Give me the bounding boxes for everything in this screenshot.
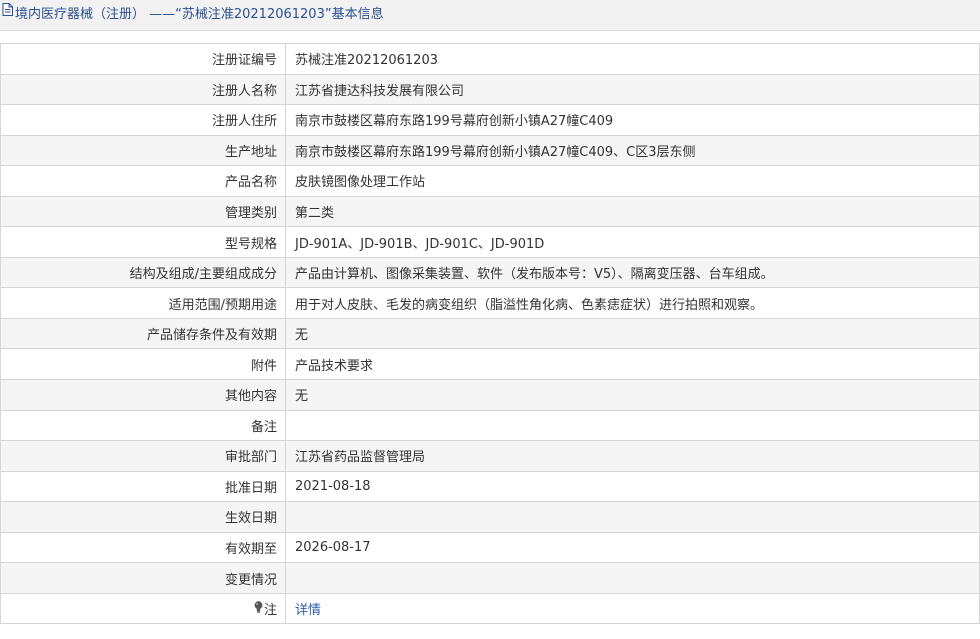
table-row: 型号规格 JD-901A、JD-901B、JD-901C、JD-901D (0, 226, 980, 258)
page-title: 境内医疗器械（注册） ——“苏械注准20212061203”基本信息 (15, 7, 384, 22)
table-row: 产品名称 皮肤镜图像处理工作站 (0, 165, 980, 197)
note-row: 注 详情 (0, 592, 980, 625)
table-row: 批准日期 2021-08-18 (0, 470, 980, 503)
field-label: 变更情况 (0, 562, 286, 594)
note-label: 注 (263, 603, 277, 619)
lightbulb-icon (254, 601, 263, 617)
field-value (285, 409, 980, 442)
table-row: 适用范围/预期用途 用于对人皮肤、毛发的病变组织（脂溢性角化病、色素痣症状）进行拍… (0, 287, 980, 319)
document-icon (2, 0, 13, 28)
field-label: 注册证编号 (0, 43, 286, 75)
field-label: 其他内容 (0, 379, 286, 411)
field-label: 产品名称 (0, 165, 286, 197)
field-label: 产品储存条件及有效期 (0, 317, 286, 350)
table-row: 变更情况 (0, 562, 980, 594)
field-value: 产品技术要求 (285, 348, 980, 381)
field-label: 审批部门 (0, 440, 286, 472)
table-row: 结构及组成/主要组成成分 产品由计算机、图像采集装置、软件（发布版本号：V5）、隔… (0, 256, 980, 289)
field-value (285, 562, 980, 594)
field-value: 江苏省药品监督管理局 (285, 440, 980, 472)
table-row: 附件 产品技术要求 (0, 348, 980, 381)
field-value: 2026-08-17 (285, 531, 980, 564)
table-row: 生效日期 (0, 501, 980, 533)
field-label: 结构及组成/主要组成成分 (0, 256, 286, 289)
field-value: 南京市鼓楼区幕府东路199号幕府创新小镇A27幢C409、C区3层东侧 (285, 134, 980, 167)
field-label: 注册人住所 (0, 104, 286, 136)
field-label: 适用范围/预期用途 (0, 287, 286, 319)
field-label: 备注 (0, 409, 286, 442)
page-header: 境内医疗器械（注册） ——“苏械注准20212061203”基本信息 (0, 0, 980, 31)
field-value: 江苏省捷达科技发展有限公司 (285, 73, 980, 106)
field-label: 生效日期 (0, 501, 286, 533)
field-value: 产品由计算机、图像采集装置、软件（发布版本号：V5）、隔离变压器、台车组成。 (285, 256, 980, 289)
table-row: 注册证编号 苏械注准20212061203 (0, 43, 980, 75)
table-row: 审批部门 江苏省药品监督管理局 (0, 440, 980, 472)
note-label-cell: 注 (0, 592, 286, 625)
table-row: 产品储存条件及有效期无 (0, 317, 980, 350)
field-label: 批准日期 (0, 470, 286, 503)
table-row: 注册人住所 南京市鼓楼区幕府东路199号幕府创新小镇A27幢C409 (0, 104, 980, 136)
table-row: 生产地址 南京市鼓楼区幕府东路199号幕府创新小镇A27幢C409、C区3层东侧 (0, 134, 980, 167)
table-row: 其他内容无 (0, 379, 980, 411)
table-row: 备注 (0, 409, 980, 442)
field-value: 皮肤镜图像处理工作站 (285, 165, 980, 197)
field-label: 管理类别 (0, 195, 286, 228)
table-row: 管理类别 第二类 (0, 195, 980, 228)
table-row: 注册人名称 江苏省捷达科技发展有限公司 (0, 73, 980, 106)
field-value: 2021-08-18 (285, 470, 980, 503)
field-value: JD-901A、JD-901B、JD-901C、JD-901D (285, 226, 980, 258)
field-label: 型号规格 (0, 226, 286, 258)
field-label: 生产地址 (0, 134, 286, 167)
field-value: 第二类 (285, 195, 980, 228)
table-row: 有效期至 2026-08-17 (0, 531, 980, 564)
field-value: 苏械注准20212061203 (285, 43, 980, 75)
info-table: 注册证编号 苏械注准20212061203 注册人名称 江苏省捷达科技发展有限公司 注册… (0, 43, 980, 625)
field-label: 附件 (0, 348, 286, 381)
field-value: 无 (285, 317, 980, 350)
field-value (285, 501, 980, 533)
field-label: 有效期至 (0, 531, 286, 564)
details-link[interactable]: 详情 (295, 603, 321, 618)
note-value-cell: 详情 (285, 592, 980, 625)
field-value: 无 (285, 379, 980, 411)
field-value: 用于对人皮肤、毛发的病变组织（脂溢性角化病、色素痣症状）进行拍照和观察。 (285, 287, 980, 319)
field-value: 南京市鼓楼区幕府东路199号幕府创新小镇A27幢C409 (285, 104, 980, 136)
field-label: 注册人名称 (0, 73, 286, 106)
